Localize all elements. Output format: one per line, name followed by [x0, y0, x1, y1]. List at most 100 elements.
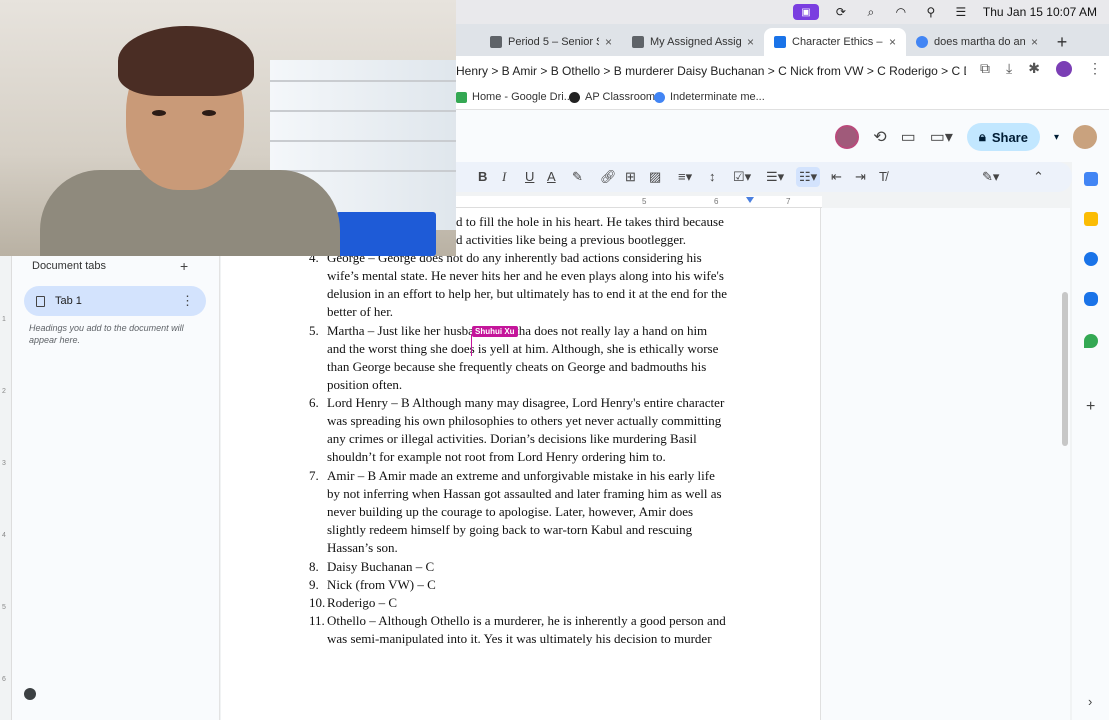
profile-avatar-icon[interactable]	[1055, 60, 1072, 77]
list-number: 7.	[309, 468, 319, 483]
explore-icon[interactable]	[24, 688, 36, 700]
ruler-tick: 1	[2, 316, 6, 323]
control-center-icon[interactable]: ☰	[953, 5, 969, 19]
link-icon[interactable]: 🔗︎	[600, 169, 617, 185]
vertical-ruler: 1 2 3 4 5 6	[0, 196, 12, 720]
image-icon[interactable]: ▨	[649, 169, 661, 185]
text-color-icon[interactable]: A	[547, 169, 556, 184]
tasks-icon[interactable]	[1084, 252, 1098, 266]
doc-line: by not inferring when Hassan got assault…	[327, 486, 722, 501]
ruler-mark: 7	[786, 197, 791, 206]
version-history-icon[interactable]: ⟲	[873, 127, 886, 147]
doc-line: wife’s mental state. He never hits her a…	[327, 268, 724, 283]
editing-mode-icon[interactable]: ✎▾	[982, 169, 999, 185]
bulleted-list-icon[interactable]: ☰▾	[766, 169, 784, 185]
webcam-person-eye	[152, 110, 166, 116]
document-tabs-title: Document tabs	[32, 260, 106, 272]
collaborator-avatar[interactable]	[835, 125, 860, 149]
doc-line: never building up the courage to apologi…	[327, 504, 694, 519]
doc-line: was semi-manipulated into it. Yes it was…	[327, 631, 712, 646]
download-icon[interactable]: ⤓	[1006, 60, 1012, 77]
tab-title: My Assigned Assignm	[650, 36, 741, 48]
ruler-tick: 2	[2, 388, 6, 395]
ap-classroom-icon	[569, 91, 580, 103]
ruler-tick: 6	[2, 676, 6, 683]
close-tab-icon[interactable]: ×	[605, 35, 612, 49]
collaborator-cursor	[471, 334, 472, 356]
underline-icon[interactable]: U	[525, 169, 534, 184]
maps-icon[interactable]	[1084, 334, 1098, 348]
add-tab-button[interactable]: +	[180, 258, 188, 274]
ruler-tick: 3	[2, 460, 6, 467]
ruler-tick: 4	[2, 532, 6, 539]
document-tab-item[interactable]: Tab 1 ⋮	[24, 286, 206, 316]
document-icon	[36, 295, 45, 307]
doc-line: Hassan’s son.	[327, 540, 398, 555]
italic-icon[interactable]: I	[502, 169, 506, 185]
list-number: 6.	[309, 395, 319, 410]
extensions-icon[interactable]: ✱	[1028, 60, 1040, 77]
search-icon[interactable]: ⌕	[863, 5, 879, 19]
webcam-overlay	[0, 0, 456, 256]
close-tab-icon[interactable]: ×	[747, 35, 754, 49]
webcam-blind	[270, 170, 456, 172]
share-button[interactable]: 🔒︎ Share	[966, 123, 1040, 151]
collaborator-cursor-label: Shuhui Xu	[472, 326, 518, 337]
tab-options-icon[interactable]: ⋮	[181, 293, 194, 309]
webcam-person-hair	[118, 26, 254, 96]
bookmark-item[interactable]: Indeterminate me...	[654, 91, 765, 103]
doc-line: Daisy Buchanan – C	[327, 559, 435, 574]
collapse-menus-icon[interactable]: ⌃	[1033, 169, 1044, 185]
doc-scrollbar[interactable]	[1062, 292, 1068, 446]
browser-tab[interactable]: does martha do anyth ×	[906, 28, 1048, 56]
more-menu-icon[interactable]: ⋮	[1088, 60, 1102, 77]
keep-icon[interactable]	[1084, 212, 1098, 226]
wifi-icon[interactable]: ◠	[893, 5, 909, 19]
sync-icon[interactable]: ⟳	[833, 5, 849, 19]
doc-line: and the worst thing she does is yell at …	[327, 341, 719, 356]
share-dropdown-icon[interactable]: ▾	[1054, 132, 1059, 143]
document-tab-label: Tab 1	[55, 295, 82, 307]
checklist-icon[interactable]: ☑▾	[733, 169, 751, 185]
numbered-list-icon[interactable]: ☷▾	[796, 167, 821, 187]
comments-icon[interactable]: ▭	[901, 127, 916, 147]
right-indent-marker[interactable]	[746, 197, 754, 203]
close-tab-icon[interactable]: ×	[889, 35, 896, 49]
classroom-tab-icon	[490, 36, 502, 48]
address-bar[interactable]: Henry > B Amir > B Othello > B murderer …	[456, 60, 966, 82]
decrease-indent-icon[interactable]: ⇤	[831, 169, 842, 185]
open-in-app-icon[interactable]: ⧉	[980, 60, 990, 77]
horizontal-ruler: 5 6 7	[456, 196, 822, 208]
browser-tab-active[interactable]: Character Ethics – Go ×	[764, 28, 906, 56]
account-avatar[interactable]	[1073, 125, 1097, 149]
tab-title: Character Ethics – Go	[792, 36, 883, 48]
align-icon[interactable]: ≡▾	[678, 169, 692, 185]
webcam-blind	[270, 110, 456, 112]
menubar-clock[interactable]: Thu Jan 15 10:07 AM	[983, 5, 1097, 19]
screen-record-icon[interactable]: ▣	[792, 4, 819, 20]
new-tab-button[interactable]: +	[1048, 28, 1076, 56]
bookmark-label: Indeterminate me...	[670, 91, 765, 103]
doc-line: Roderigo – C	[327, 595, 398, 610]
clear-formatting-icon[interactable]: T̸	[879, 169, 887, 184]
line-spacing-icon[interactable]: ↕	[709, 169, 716, 184]
bold-icon[interactable]: B	[478, 169, 487, 184]
increase-indent-icon[interactable]: ⇥	[855, 169, 866, 185]
add-addon-icon[interactable]: +	[1086, 398, 1095, 416]
spotlight-icon[interactable]: ⚲	[923, 5, 939, 19]
contacts-icon[interactable]	[1084, 292, 1098, 306]
bookmark-item[interactable]: Home - Google Dri...	[456, 91, 573, 103]
webcam-monitor	[336, 212, 436, 256]
screen: ▣ ⟳ ⌕ ◠ ⚲ ☰ Thu Jan 15 10:07 AM Period 5…	[0, 0, 1109, 720]
chevron-right-icon[interactable]: ›	[1088, 694, 1092, 709]
comment-icon[interactable]: ⊞	[625, 169, 636, 185]
webcam-blind	[270, 80, 456, 82]
highlight-icon[interactable]: ✎	[572, 169, 583, 185]
browser-tab[interactable]: Period 5 – Senior Ser ×	[480, 28, 622, 56]
meet-icon[interactable]: ▭▾	[930, 127, 953, 147]
bookmark-item[interactable]: AP Classroom	[569, 91, 655, 103]
doc-line: Amir – B Amir made an extreme and unforg…	[327, 468, 715, 483]
calendar-icon[interactable]	[1084, 172, 1098, 186]
browser-tab[interactable]: My Assigned Assignm ×	[622, 28, 764, 56]
close-tab-icon[interactable]: ×	[1031, 35, 1038, 49]
